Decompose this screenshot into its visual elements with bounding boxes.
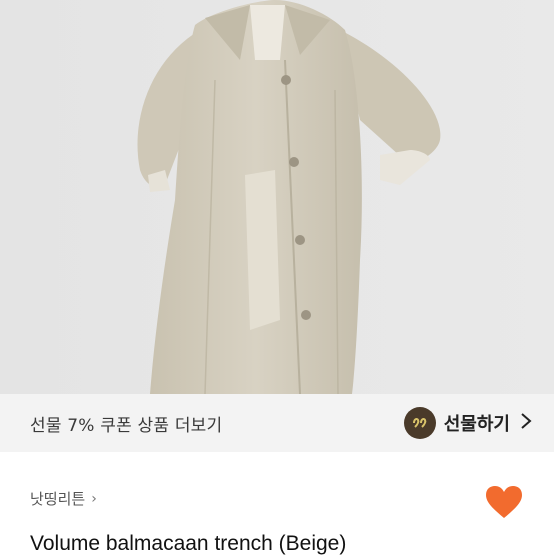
- like-button[interactable]: [484, 484, 524, 520]
- heart-icon: [486, 486, 522, 518]
- store-link[interactable]: 낫띵리튼 ›: [30, 488, 97, 509]
- coat-photo-illustration: [0, 0, 554, 394]
- store-name: 낫띵리튼: [30, 490, 86, 508]
- chevron-right-icon: ›: [91, 490, 97, 507]
- gift-promo-text: 선물 7% 쿠폰 상품 더보기: [30, 415, 223, 436]
- chevron-right-icon: [520, 411, 532, 435]
- product-image[interactable]: [0, 0, 554, 394]
- gift-promo-banner[interactable]: 선물 7% 쿠폰 상품 더보기 선물하기: [0, 394, 554, 452]
- gift-action-label: 선물하기: [443, 414, 510, 435]
- gift-brand-logo-icon: [403, 407, 436, 439]
- gift-action-button[interactable]: 선물하기: [403, 407, 532, 439]
- product-title: Volume balmacaan trench (Beige): [30, 532, 347, 555]
